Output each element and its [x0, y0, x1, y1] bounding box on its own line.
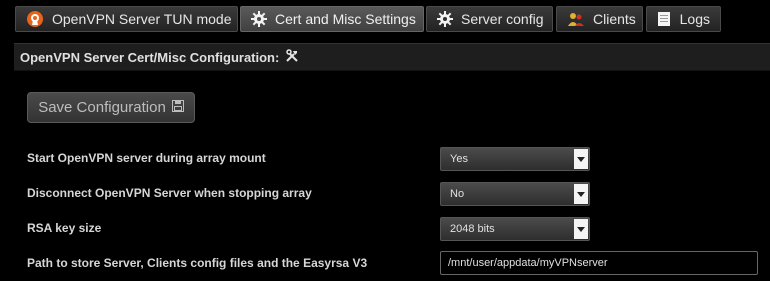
floppy-disk-icon — [171, 99, 184, 116]
openvpn-logo-icon — [26, 10, 44, 28]
chevron-down-icon — [574, 219, 588, 239]
setting-label-rsa-key-size: RSA key size — [27, 221, 102, 235]
tab-server-config[interactable]: Server config — [426, 6, 553, 32]
section-header: OpenVPN Server Cert/Misc Configuration: — [14, 43, 770, 71]
tab-label: Cert and Misc Settings — [275, 11, 416, 27]
document-icon — [657, 10, 672, 28]
tab-label: Server config — [461, 11, 544, 27]
save-button-label: Save Configuration — [38, 99, 166, 116]
tab-cert-and-misc-settings[interactable]: Cert and Misc Settings — [240, 6, 424, 32]
disconnect-on-stop-select[interactable]: No — [440, 182, 590, 206]
tools-icon — [285, 48, 299, 66]
setting-label-config-path: Path to store Server, Clients config fil… — [27, 256, 368, 270]
section-title: OpenVPN Server Cert/Misc Configuration: — [20, 49, 280, 65]
tab-label: OpenVPN Server TUN mode — [52, 11, 232, 27]
select-value: Yes — [450, 153, 468, 165]
tab-label: Clients — [593, 11, 636, 27]
tab-bar: OpenVPN Server TUN mode Cert and Misc Se… — [0, 0, 770, 36]
users-icon — [567, 10, 585, 28]
tab-clients[interactable]: Clients — [556, 6, 643, 32]
tab-label: Logs — [679, 11, 710, 27]
config-path-input[interactable] — [440, 251, 758, 275]
gear-icon — [437, 10, 453, 28]
start-on-mount-select[interactable]: Yes — [440, 147, 590, 171]
chevron-down-icon — [574, 184, 588, 204]
chevron-down-icon — [574, 149, 588, 169]
setting-label-disconnect-on-stop: Disconnect OpenVPN Server when stopping … — [27, 186, 312, 200]
select-value: 2048 bits — [450, 223, 495, 235]
tab-logs[interactable]: Logs — [646, 6, 721, 32]
setting-label-start-on-mount: Start OpenVPN server during array mount — [27, 151, 266, 165]
save-configuration-button[interactable]: Save Configuration — [27, 92, 195, 123]
select-value: No — [450, 188, 465, 200]
tab-openvpn-server-tun-mode[interactable]: OpenVPN Server TUN mode — [15, 6, 238, 32]
gear-icon — [251, 10, 267, 28]
rsa-key-size-select[interactable]: 2048 bits — [440, 217, 590, 241]
